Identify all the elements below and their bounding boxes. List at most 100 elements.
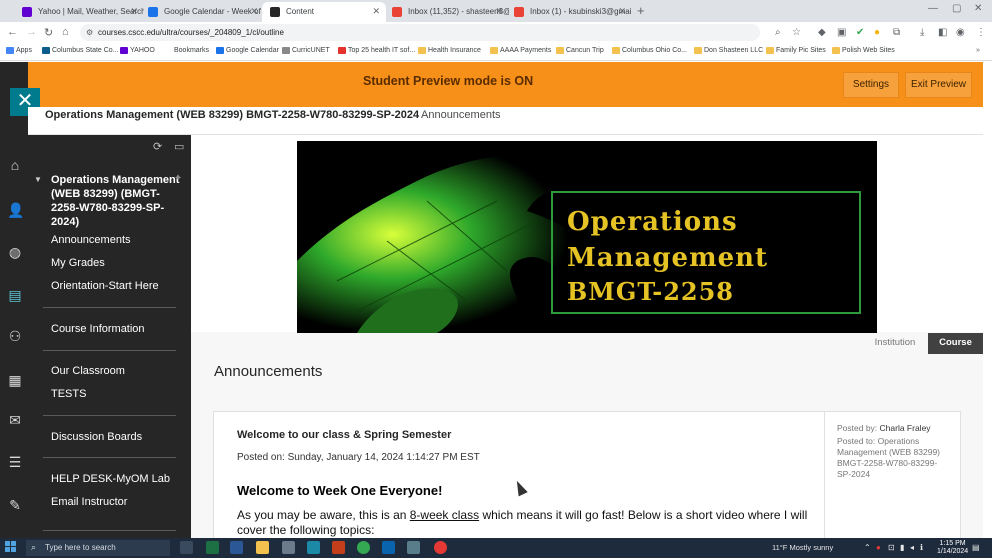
battery-icon[interactable]: ▮ xyxy=(900,543,904,552)
outlook-icon[interactable] xyxy=(382,541,395,554)
browser-tab-gmail-2[interactable]: Inbox (1) - ksubinski3@gmail ✕ xyxy=(506,2,632,22)
bookmark-top-25-health[interactable]: Top 25 health IT sof... xyxy=(338,47,415,54)
tray-icon[interactable]: ● xyxy=(876,543,881,552)
nav-course-title[interactable]: Operations Management (WEB 83299) (BMGT-… xyxy=(51,173,183,229)
refresh-icon[interactable]: ⟳ xyxy=(153,140,162,153)
bookmark-health-insurance[interactable]: Health Insurance xyxy=(418,47,481,54)
minimize-icon[interactable]: — xyxy=(928,3,938,14)
courses-icon[interactable]: ▤ xyxy=(7,287,23,303)
powerpoint-icon[interactable] xyxy=(332,541,345,554)
menu-kebab-icon[interactable]: ⋮ xyxy=(976,27,986,38)
home-icon[interactable]: ⌂ xyxy=(62,26,69,38)
zoom-icon[interactable]: ⌕ xyxy=(775,27,781,38)
tab-course[interactable]: Course xyxy=(928,333,983,354)
profile-avatar-icon[interactable]: ◉ xyxy=(956,27,965,38)
extension-icon[interactable]: ▣ xyxy=(837,27,846,38)
bookmarks-overflow-icon[interactable]: » xyxy=(966,47,980,54)
side-panel-icon[interactable]: ◧ xyxy=(938,27,947,38)
yahoo-icon xyxy=(120,47,128,54)
bookmark-google-calendar[interactable]: Google Calendar xyxy=(216,47,279,54)
bookmark-bookmarks[interactable]: Bookmarks xyxy=(164,47,209,54)
extension-icon[interactable]: ◆ xyxy=(818,27,826,38)
taskbar-search-input[interactable]: Type here to search xyxy=(26,540,170,556)
settings-button[interactable]: Settings xyxy=(843,72,899,98)
bookmark-columbus-ohio[interactable]: Columbus Ohio Co... xyxy=(612,47,687,54)
download-icon[interactable]: ⤓ xyxy=(920,27,924,38)
forward-icon[interactable]: → xyxy=(26,26,37,38)
extension-check-icon[interactable]: ✔ xyxy=(856,27,864,38)
nav-item-my-grades[interactable]: My Grades xyxy=(51,257,105,269)
nav-item-discussion-boards[interactable]: Discussion Boards xyxy=(51,431,142,443)
calculator-icon[interactable] xyxy=(282,541,295,554)
bookmark-don-shasteen[interactable]: Don Shasteen LLC xyxy=(694,47,763,54)
window-close-icon[interactable]: ✕ xyxy=(974,3,982,14)
browser-tab-yahoo[interactable]: Yahoo | Mail, Weather, Search ✕ xyxy=(14,2,144,22)
maximize-icon[interactable]: ▢ xyxy=(952,3,961,14)
bookmark-curricunet[interactable]: CurricUNET xyxy=(282,47,330,54)
exit-preview-button[interactable]: Exit Preview xyxy=(905,72,972,98)
folder-icon xyxy=(766,47,774,54)
browser-tab-google-calendar[interactable]: Google Calendar - Week of Jan ✕ xyxy=(140,2,264,22)
nav-item-orientation[interactable]: Orientation-Start Here xyxy=(51,280,159,292)
url-input[interactable]: courses.cscc.edu/ultra/courses/_204809_1… xyxy=(80,24,760,41)
language-icon[interactable]: ℹ xyxy=(920,543,923,552)
bookmark-columbus-state[interactable]: Columbus State Co... xyxy=(42,47,119,54)
back-icon[interactable]: ← xyxy=(7,26,18,38)
browser-tab-gmail-1[interactable]: Inbox (11,352) - shasteen3@g ✕ xyxy=(384,2,509,22)
bookmark-cancun-trip[interactable]: Cancun Trip xyxy=(556,47,604,54)
bookmark-yahoo[interactable]: YAHOO xyxy=(120,47,155,54)
close-icon[interactable]: ✕ xyxy=(618,6,626,17)
nav-item-tests[interactable]: TESTS xyxy=(51,388,86,400)
word-icon[interactable] xyxy=(230,541,243,554)
close-icon[interactable]: ✕ xyxy=(495,6,503,17)
bookmark-polish-web-sites[interactable]: Polish Web Sites xyxy=(832,47,895,54)
taskbar-clock[interactable]: 1:15 PM 1/14/2024 xyxy=(937,540,968,556)
bookmark-star-icon[interactable]: ☆ xyxy=(792,27,801,38)
bookmark-aaaa-payments[interactable]: AAAA Payments xyxy=(490,47,551,54)
tray-icon[interactable]: ⌃ xyxy=(864,543,871,552)
app-icon[interactable] xyxy=(407,541,420,554)
nav-item-announcements[interactable]: Announcements xyxy=(51,234,131,246)
task-view-icon[interactable] xyxy=(180,541,193,554)
globe-icon[interactable]: ◍ xyxy=(7,244,23,260)
file-explorer-icon[interactable] xyxy=(256,541,269,554)
app-icon[interactable] xyxy=(307,541,320,554)
profile-icon[interactable]: 👤 xyxy=(7,202,24,218)
nav-item-course-information[interactable]: Course Information xyxy=(51,323,145,335)
excel-icon[interactable] xyxy=(206,541,219,554)
nav-item-email-instructor[interactable]: Email Instructor xyxy=(51,496,127,508)
extensions-puzzle-icon[interactable]: ⧉ xyxy=(893,27,900,38)
windows-start-icon[interactable] xyxy=(5,541,17,553)
nav-item-help-desk[interactable]: HELP DESK-MyOM Lab xyxy=(51,473,170,485)
close-icon[interactable]: ✕ xyxy=(250,6,258,17)
collapse-caret-icon[interactable]: ▼ xyxy=(34,175,42,184)
chrome-active-icon[interactable] xyxy=(434,541,447,554)
folder-icon[interactable]: ▭ xyxy=(174,140,184,153)
extension-icon[interactable]: ● xyxy=(874,27,880,38)
institution-icon[interactable]: ⌂ xyxy=(7,157,23,173)
close-icon[interactable]: ✕ xyxy=(372,6,380,17)
calendar-icon[interactable]: ▦ xyxy=(7,372,23,388)
browser-tab-content[interactable]: Content ✕ xyxy=(262,2,386,22)
tab-institution[interactable]: Institution xyxy=(869,333,921,354)
tools-icon[interactable]: ✎ xyxy=(7,497,23,513)
organizations-icon[interactable]: ⚇ xyxy=(7,328,23,344)
banner-title-line-2: Management xyxy=(567,243,769,273)
network-icon[interactable]: ⊡ xyxy=(888,543,895,552)
bookmark-apps[interactable]: Apps xyxy=(6,47,32,54)
pin-icon[interactable]: ✦ xyxy=(174,173,182,184)
nav-item-our-classroom[interactable]: Our Classroom xyxy=(51,365,125,377)
reload-icon[interactable]: ↻ xyxy=(44,26,53,39)
new-tab-button[interactable]: + xyxy=(637,3,645,18)
close-icon[interactable]: ✕ xyxy=(130,6,138,17)
bookmark-family-pic-sites[interactable]: Family Pic Sites xyxy=(766,47,826,54)
site-info-icon[interactable]: ⚙ xyxy=(86,28,93,37)
messages-icon[interactable]: ✉ xyxy=(7,412,23,428)
weather-widget[interactable]: 11°F Mostly sunny xyxy=(772,543,833,552)
volume-icon[interactable]: ◂ xyxy=(910,543,914,552)
notifications-icon[interactable]: ▤ xyxy=(972,543,980,552)
announcement-title[interactable]: Welcome to our class & Spring Semester xyxy=(237,429,451,441)
chrome-icon[interactable] xyxy=(357,541,370,554)
eight-week-link[interactable]: 8-week class xyxy=(410,508,479,522)
grades-icon[interactable]: ☰ xyxy=(7,454,23,470)
